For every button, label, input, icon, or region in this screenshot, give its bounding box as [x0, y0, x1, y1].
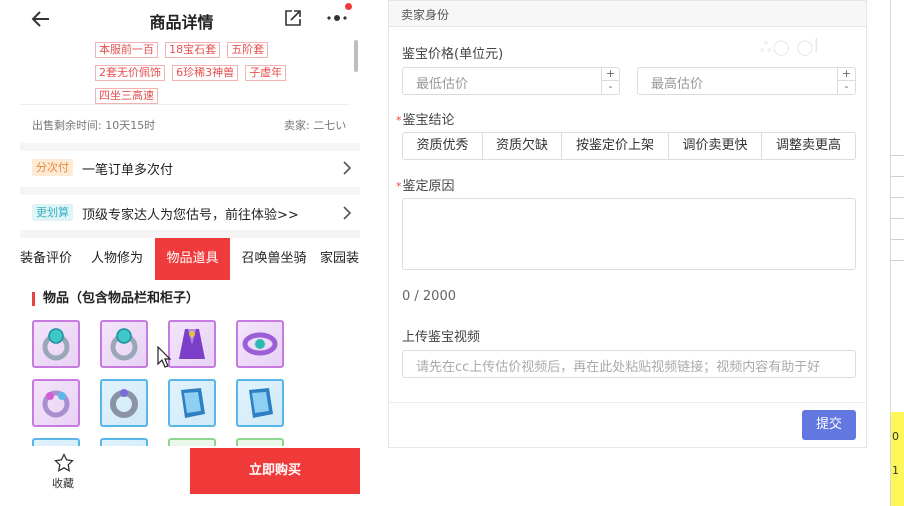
reason-textarea[interactable] — [402, 198, 856, 270]
valuation-badge: 更划算 — [32, 204, 73, 221]
ring-icon — [110, 328, 138, 361]
tab-equipment-review[interactable]: 装备评价 — [20, 238, 78, 280]
character-counter: 0 / 2000 — [402, 289, 456, 304]
attribute-tag: 本服前一百 — [95, 42, 158, 58]
divider — [891, 218, 904, 219]
tab-items[interactable]: 物品道具 — [155, 238, 230, 280]
installment-badge: 分次付 — [32, 159, 73, 176]
robe-icon — [179, 329, 205, 359]
video-label: 上传鉴宝视频 — [402, 330, 481, 345]
conclusion-option[interactable]: 资质优秀 — [403, 133, 483, 159]
form-header: 卖家身份 — [389, 1, 866, 27]
divider — [891, 260, 904, 261]
more-options-icon[interactable] — [326, 10, 348, 26]
installment-row[interactable]: 分次付 一笔订单多次付 — [20, 151, 360, 185]
decrement-button[interactable]: - — [602, 81, 619, 94]
section-title: 物品（包含物品栏和柜子） — [32, 292, 199, 306]
attribute-tag: 四坐三高速 — [95, 88, 158, 104]
book-icon — [249, 388, 273, 418]
video-link-input[interactable]: 请先在cc上传估价视频后，再在此处粘贴视频链接；视频内容有助于好 — [402, 350, 856, 378]
max-price-input[interactable]: 最高估价 + - — [637, 67, 856, 95]
conclusion-button-group: 资质优秀 资质欠缺 按鉴定价上架 调价卖更快 调整卖更高 — [402, 132, 856, 160]
inventory-item[interactable] — [32, 320, 80, 368]
highlight-block: 0 1 — [891, 412, 904, 506]
price-label: 鉴宝价格(单位元) — [402, 47, 504, 62]
attribute-tag: 18宝石套 — [165, 42, 221, 58]
bottom-action-bar: 收藏 立即购买 — [0, 446, 363, 506]
divider — [891, 176, 904, 177]
share-icon[interactable] — [284, 9, 302, 27]
max-price-placeholder: 最高估价 — [651, 77, 704, 92]
adjacent-window-edge: 0 1 — [890, 0, 904, 506]
form-header-title: 卖家身份 — [401, 8, 450, 22]
conclusion-label-text: 鉴宝结论 — [402, 113, 455, 128]
max-price-stepper[interactable]: + - — [837, 68, 855, 94]
book-icon — [181, 388, 205, 418]
attribute-tag: 五阶套 — [227, 42, 269, 58]
reason-label: *鉴定原因 — [396, 175, 455, 194]
attribute-tag: 子虚年 — [245, 65, 287, 81]
belt-icon — [242, 332, 278, 356]
bracelet-icon — [110, 389, 138, 418]
video-link-placeholder: 请先在cc上传估价视频后，再在此处粘贴视频链接；视频内容有助于好 — [416, 360, 821, 375]
decrement-button[interactable]: - — [838, 81, 855, 94]
star-icon[interactable] — [54, 453, 74, 473]
ring-icon — [42, 328, 70, 361]
required-mark: * — [396, 180, 402, 193]
conclusion-option[interactable]: 资质欠缺 — [483, 133, 562, 159]
min-price-input[interactable]: 最低估价 + - — [402, 67, 620, 95]
min-price-stepper[interactable]: + - — [601, 68, 619, 94]
section-gap — [20, 143, 360, 151]
category-tabs: 装备评价 人物修为 物品道具 召唤兽坐骑 家园装 — [20, 238, 360, 280]
reason-label-text: 鉴定原因 — [402, 179, 455, 194]
divider — [891, 239, 904, 240]
tab-character-cultivation[interactable]: 人物修为 — [82, 238, 152, 280]
notification-dot — [345, 3, 352, 10]
inventory-item[interactable] — [168, 379, 216, 427]
conclusion-label: *鉴宝结论 — [396, 109, 455, 128]
page-title: 商品详情 — [149, 13, 214, 32]
buy-now-button[interactable]: 立即购买 — [190, 448, 360, 494]
inventory-item[interactable] — [168, 320, 216, 368]
sale-time-remaining: 出售剩余时间: 10天15时 — [32, 119, 156, 132]
inventory-item[interactable] — [100, 379, 148, 427]
section-gap — [20, 230, 360, 238]
installment-text: 一笔订单多次付 — [82, 163, 174, 178]
inventory-item[interactable] — [32, 379, 80, 427]
mouse-cursor-icon — [157, 346, 171, 368]
submit-button[interactable]: 提交 — [802, 410, 856, 440]
conclusion-option[interactable]: 调整卖更高 — [762, 133, 855, 159]
divider — [891, 197, 904, 198]
seller-name: 卖家: 二七い — [284, 119, 347, 132]
inventory-item[interactable] — [236, 379, 284, 427]
appraisal-form: 卖家身份 鉴宝价格(单位元) 最低估价 + - 最高估价 + - *鉴宝结论 资… — [388, 0, 867, 448]
tab-pets-mounts[interactable]: 召唤兽坐骑 — [234, 238, 314, 280]
favorite-label[interactable]: 收藏 — [52, 475, 74, 491]
tab-home[interactable]: 家园装 — [320, 238, 360, 280]
edge-text: 1 — [892, 464, 899, 477]
divider — [891, 155, 904, 156]
conclusion-option[interactable]: 调价卖更快 — [669, 133, 762, 159]
top-bar: 商品详情 — [0, 0, 363, 38]
valuation-row[interactable]: 更划算 顶级专家达人为您估号，前往体验>> — [20, 196, 360, 230]
attribute-tags: 本服前一百 18宝石套 五阶套 2套无价佩饰 6珍稀3神兽 子虚年 四坐三高速 — [95, 38, 345, 107]
accessory-icon — [42, 390, 70, 418]
attribute-tag: 6珍稀3神兽 — [172, 65, 239, 81]
valuation-text: 顶级专家达人为您估号，前往体验>> — [82, 208, 299, 223]
edge-text: 0 — [892, 430, 899, 443]
min-price-placeholder: 最低估价 — [416, 77, 469, 92]
scrollbar-thumb[interactable] — [354, 40, 358, 72]
watermark-logo: ஃ◯ ◯ꟾ — [760, 38, 820, 56]
divider — [20, 104, 350, 105]
divider — [389, 402, 866, 403]
section-gap — [20, 187, 360, 195]
required-mark: * — [396, 114, 402, 127]
conclusion-option[interactable]: 按鉴定价上架 — [562, 133, 669, 159]
inventory-item[interactable] — [236, 320, 284, 368]
chevron-right-icon — [343, 161, 352, 175]
inventory-item[interactable] — [100, 320, 148, 368]
product-detail-panel: 商品详情 本服前一百 18宝石套 五阶套 2套无价佩饰 6珍稀3神兽 子虚年 四… — [0, 0, 363, 506]
chevron-right-icon — [343, 206, 352, 220]
attribute-tag: 2套无价佩饰 — [95, 65, 165, 81]
